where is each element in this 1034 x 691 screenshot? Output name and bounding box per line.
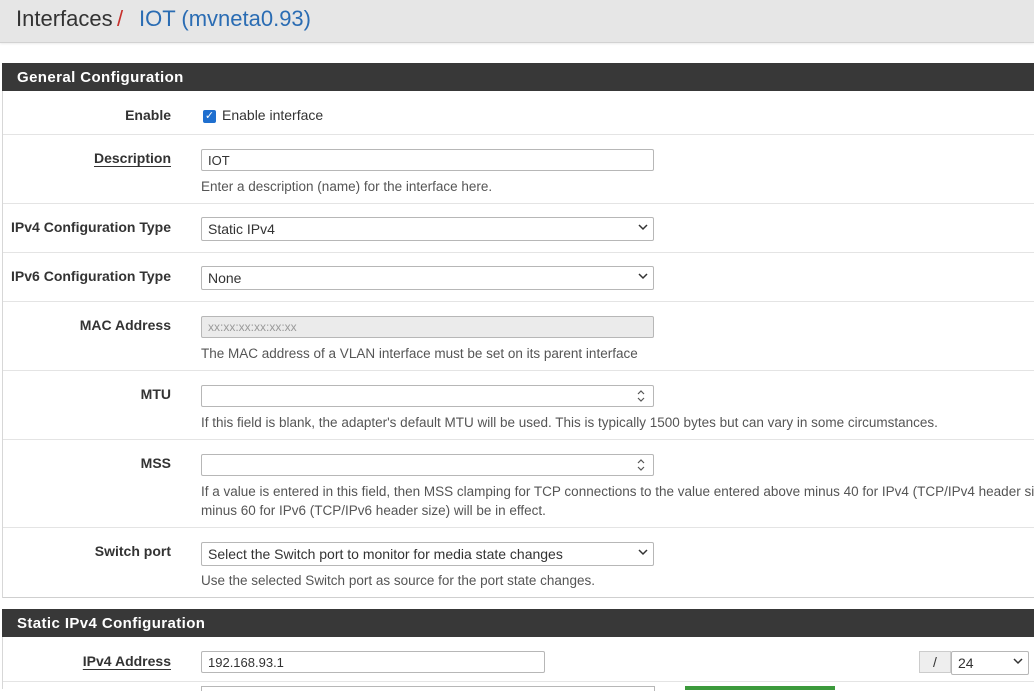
ipv6-config-type-label: IPv6 Configuration Type <box>11 268 171 284</box>
chevron-down-icon <box>638 546 648 560</box>
ipv4-address-row: IPv4 Address 192.168.93.1 / 24 <box>3 637 1034 682</box>
mss-input[interactable] <box>201 454 654 476</box>
enable-row: Enable ✓ Enable interface <box>3 91 1034 135</box>
ipv6-config-type-value: None <box>208 270 242 286</box>
enable-checkbox[interactable]: ✓ <box>203 110 216 123</box>
ipv4-config-type-select[interactable]: Static IPv4 <box>201 217 654 241</box>
enable-checkbox-label[interactable]: Enable interface <box>222 107 323 123</box>
chevron-down-icon <box>1013 655 1023 669</box>
mss-help-line1: If a value is entered in this field, the… <box>201 484 1034 499</box>
cidr-prefix-select[interactable]: 24 <box>951 651 1029 675</box>
general-configuration-panel: Enable ✓ Enable interface Description IO… <box>2 91 1034 598</box>
description-label: Description <box>93 150 171 166</box>
switch-port-label: Switch port <box>94 543 171 559</box>
switch-port-select[interactable]: Select the Switch port to monitor for me… <box>201 542 654 566</box>
ipv6-config-type-row: IPv6 Configuration Type None <box>3 253 1034 302</box>
static-ipv4-configuration-panel: IPv4 Address 192.168.93.1 / 24 <box>2 637 1034 691</box>
mss-label: MSS <box>140 455 171 471</box>
mac-address-help: The MAC address of a VLAN interface must… <box>201 346 638 361</box>
spinner-arrows-icon[interactable] <box>635 388 647 404</box>
panel-title: Static IPv4 Configuration <box>17 615 206 632</box>
mac-address-input: xx:xx:xx:xx:xx:xx <box>201 316 654 338</box>
breadcrumb-current[interactable]: IOT (mvneta0.93) <box>139 6 311 32</box>
ipv6-config-type-select[interactable]: None <box>201 266 654 290</box>
switch-port-row: Switch port Select the Switch port to mo… <box>3 528 1034 598</box>
mac-address-row: MAC Address xx:xx:xx:xx:xx:xx The MAC ad… <box>3 302 1034 371</box>
description-help: Enter a description (name) for the inter… <box>201 179 493 194</box>
breadcrumb-root[interactable]: Interfaces <box>16 6 113 32</box>
mtu-label: MTU <box>140 386 171 402</box>
mss-row: MSS If a value is entered in this field,… <box>3 440 1034 528</box>
cidr-slash: / <box>919 651 951 673</box>
chevron-down-icon <box>638 221 648 235</box>
ipv4-config-type-value: Static IPv4 <box>208 221 275 237</box>
breadcrumb: Interfaces / IOT (mvneta0.93) <box>0 0 1034 43</box>
spinner-arrows-icon[interactable] <box>635 457 647 473</box>
switch-port-value: Select the Switch port to monitor for me… <box>208 546 563 562</box>
enable-label: Enable <box>125 107 171 123</box>
check-icon: ✓ <box>204 110 215 122</box>
general-configuration-header: General Configuration <box>2 63 1034 91</box>
chevron-down-icon <box>638 270 648 284</box>
ipv4-address-input[interactable]: 192.168.93.1 <box>201 651 545 673</box>
static-ipv4-configuration-header: Static IPv4 Configuration <box>2 609 1034 637</box>
mtu-row: MTU If this field is blank, the adapter'… <box>3 371 1034 440</box>
mtu-input[interactable] <box>201 385 654 407</box>
mtu-help: If this field is blank, the adapter's de… <box>201 415 938 430</box>
cidr-prefix-value: 24 <box>958 655 974 671</box>
ipv4-config-type-row: IPv4 Configuration Type Static IPv4 <box>3 204 1034 253</box>
mss-help-line2: minus 60 for IPv6 (TCP/IPv6 header size)… <box>201 503 546 518</box>
switch-port-help: Use the selected Switch port as source f… <box>201 573 595 588</box>
description-row: Description IOT Enter a description (nam… <box>3 135 1034 204</box>
add-button-edge[interactable] <box>685 686 835 690</box>
ipv4-address-label: IPv4 Address <box>82 653 171 669</box>
mac-address-label: MAC Address <box>79 317 171 333</box>
description-input[interactable]: IOT <box>201 149 654 171</box>
breadcrumb-separator: / <box>117 6 124 31</box>
ipv4-config-type-label: IPv4 Configuration Type <box>11 219 171 235</box>
panel-title: General Configuration <box>17 69 184 86</box>
